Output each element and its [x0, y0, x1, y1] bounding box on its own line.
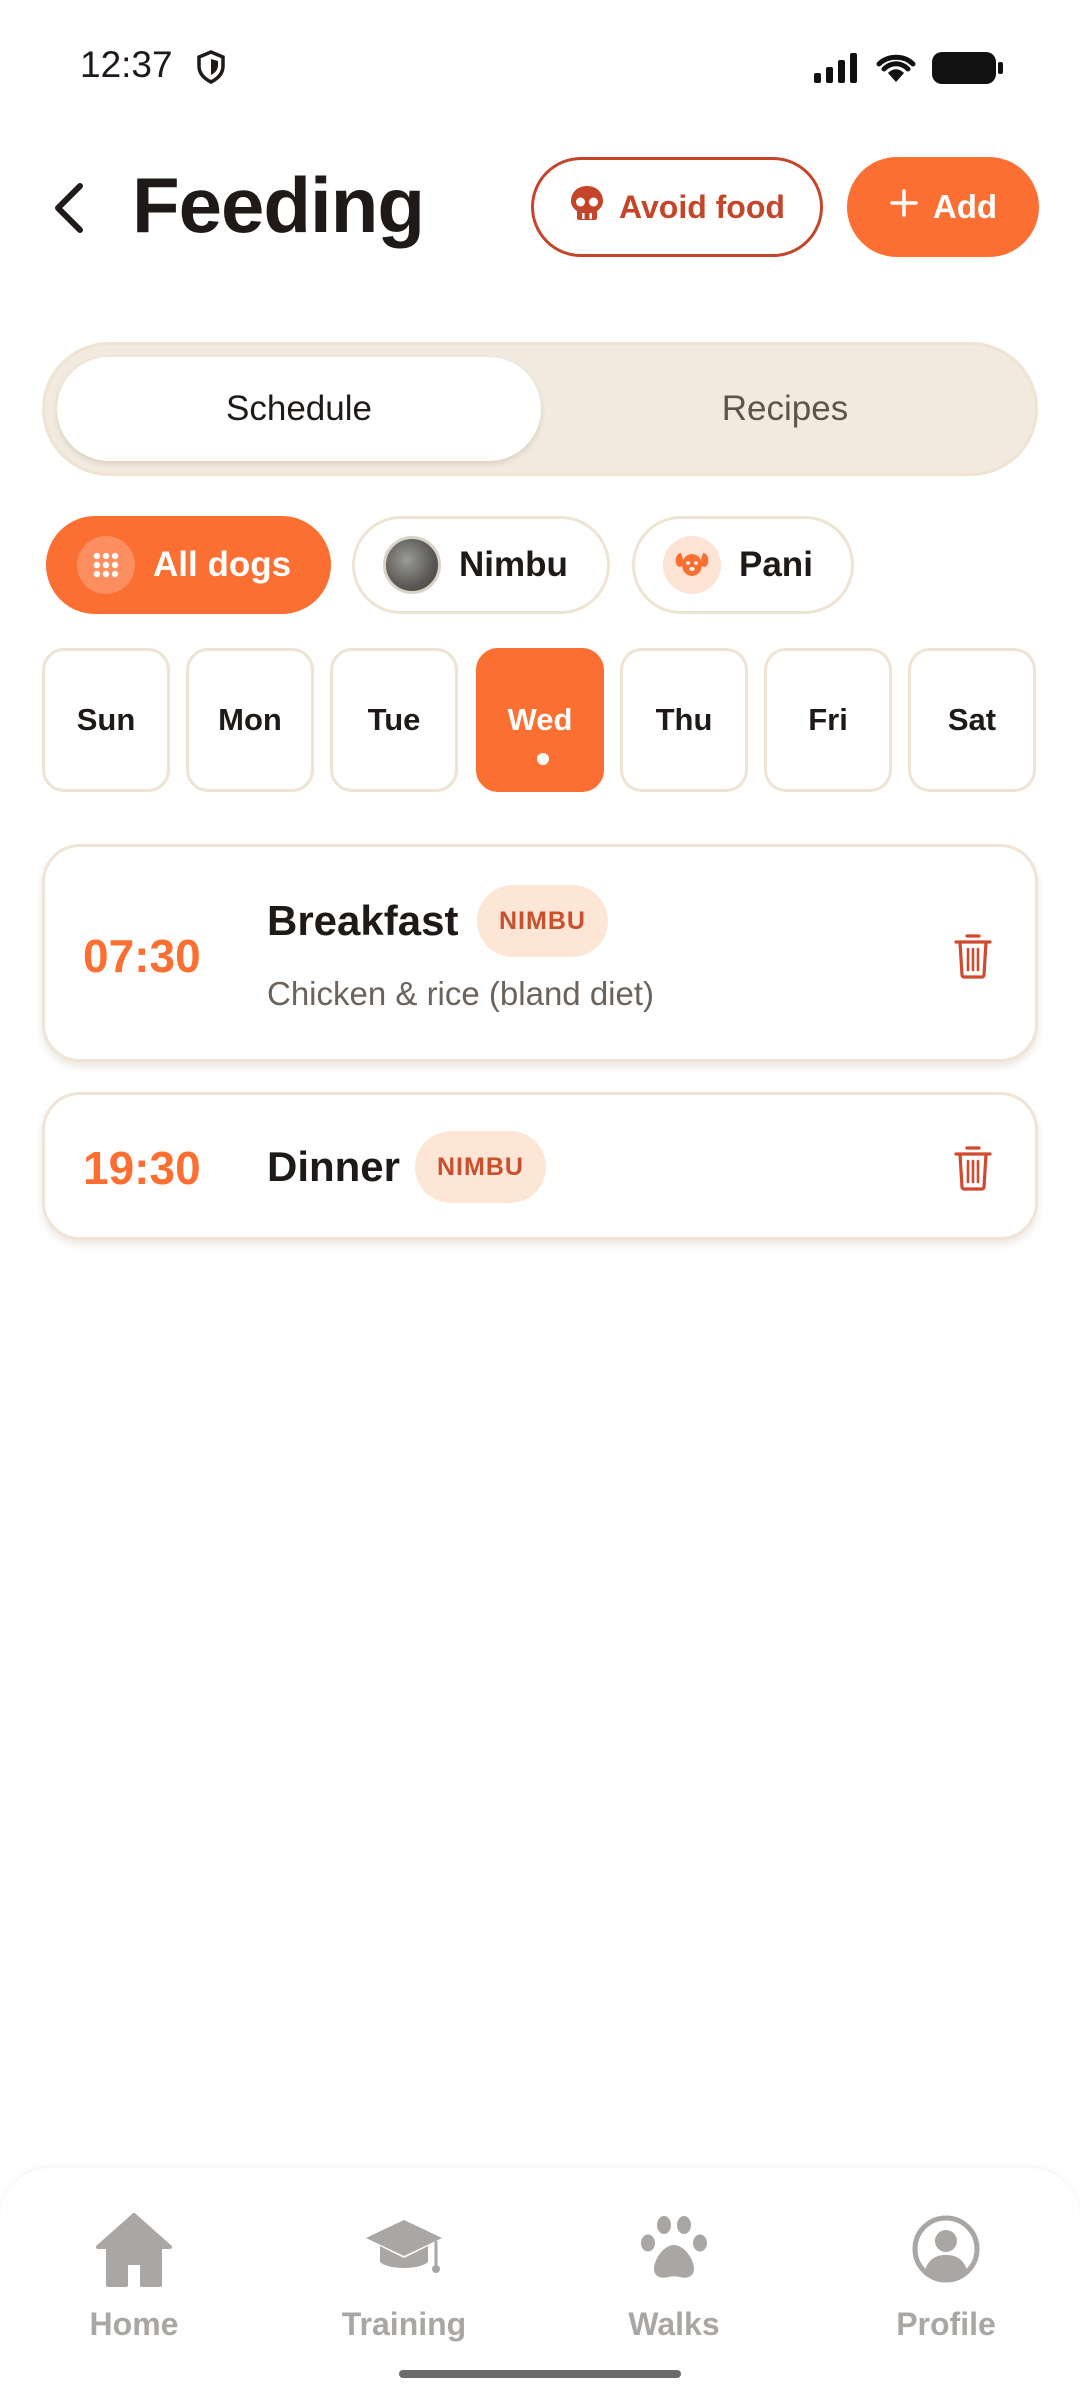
tab-schedule[interactable]: Schedule [57, 357, 541, 461]
graduation-cap-icon [364, 2204, 444, 2294]
dog-tag: NIMBU [477, 885, 608, 957]
dog-filter-label: All dogs [153, 545, 292, 584]
add-label: Add [932, 188, 998, 225]
dog-filter-nimbu[interactable]: Nimbu [352, 516, 610, 614]
selected-dot [537, 753, 549, 765]
day-sat[interactable]: Sat [908, 648, 1036, 792]
dog-filter-label: Nimbu [459, 545, 568, 584]
dog-filter-label: Pani [739, 545, 813, 584]
trash-icon [954, 1146, 992, 1191]
tab-recipes[interactable]: Recipes [543, 357, 1027, 461]
signal-icon [814, 53, 860, 88]
page-title: Feeding [132, 161, 425, 249]
day-label: Wed [507, 702, 573, 737]
nav-label: Walks [628, 2306, 720, 2342]
wifi-icon [874, 52, 918, 89]
grid-icon [77, 536, 135, 594]
bottom-nav: Home Training Walks Profile [0, 2168, 1080, 2400]
avoid-food-button[interactable]: Avoid food [531, 157, 823, 257]
meal-time: 19:30 [83, 1142, 201, 1194]
chevron-left-icon [55, 183, 83, 233]
day-thu[interactable]: Thu [620, 648, 748, 792]
trash-icon [954, 934, 992, 979]
nav-home[interactable]: Home [34, 2204, 234, 2364]
paw-icon [636, 2204, 712, 2294]
battery-icon [932, 52, 1004, 89]
meal-time: 07:30 [83, 930, 201, 982]
day-tue[interactable]: Tue [330, 648, 458, 792]
view-tabs: Schedule Recipes [42, 342, 1038, 476]
delete-meal-button[interactable] [953, 933, 993, 979]
home-indicator[interactable] [399, 2370, 681, 2378]
dog-tag: NIMBU [415, 1131, 546, 1203]
plus-icon [889, 188, 919, 226]
home-icon [94, 2204, 174, 2294]
back-button[interactable] [46, 178, 90, 238]
dog-filter-all[interactable]: All dogs [46, 516, 331, 614]
meal-description: Chicken & rice (bland diet) [267, 975, 655, 1012]
avoid-food-label: Avoid food [619, 188, 785, 225]
day-wed[interactable]: Wed [476, 648, 604, 792]
nav-training[interactable]: Training [304, 2204, 504, 2364]
nav-profile[interactable]: Profile [846, 2204, 1046, 2364]
avatar [383, 536, 441, 594]
status-bar: 12:37 [0, 0, 1080, 130]
shield-icon [196, 50, 226, 89]
dog-filter-pani[interactable]: Pani [632, 516, 854, 614]
day-sun[interactable]: Sun [42, 648, 170, 792]
day-fri[interactable]: Fri [764, 648, 892, 792]
add-button[interactable]: Add [847, 157, 1039, 257]
meal-name: Dinner [267, 1143, 401, 1190]
nav-label: Profile [896, 2306, 996, 2342]
delete-meal-button[interactable] [953, 1145, 993, 1191]
profile-icon [911, 2204, 981, 2294]
meal-card[interactable]: 19:30 Dinner NIMBU [42, 1092, 1038, 1240]
nav-label: Training [341, 2306, 467, 2342]
status-time: 12:37 [80, 44, 173, 85]
meal-card[interactable]: 07:30 Breakfast NIMBU Chicken & rice (bl… [42, 844, 1038, 1062]
dog-face-icon [663, 536, 721, 594]
status-icons [814, 52, 1004, 89]
meal-name: Breakfast [267, 897, 459, 944]
skull-icon [569, 184, 605, 230]
day-mon[interactable]: Mon [186, 648, 314, 792]
nav-label: Home [89, 2306, 179, 2342]
nav-walks[interactable]: Walks [574, 2204, 774, 2364]
